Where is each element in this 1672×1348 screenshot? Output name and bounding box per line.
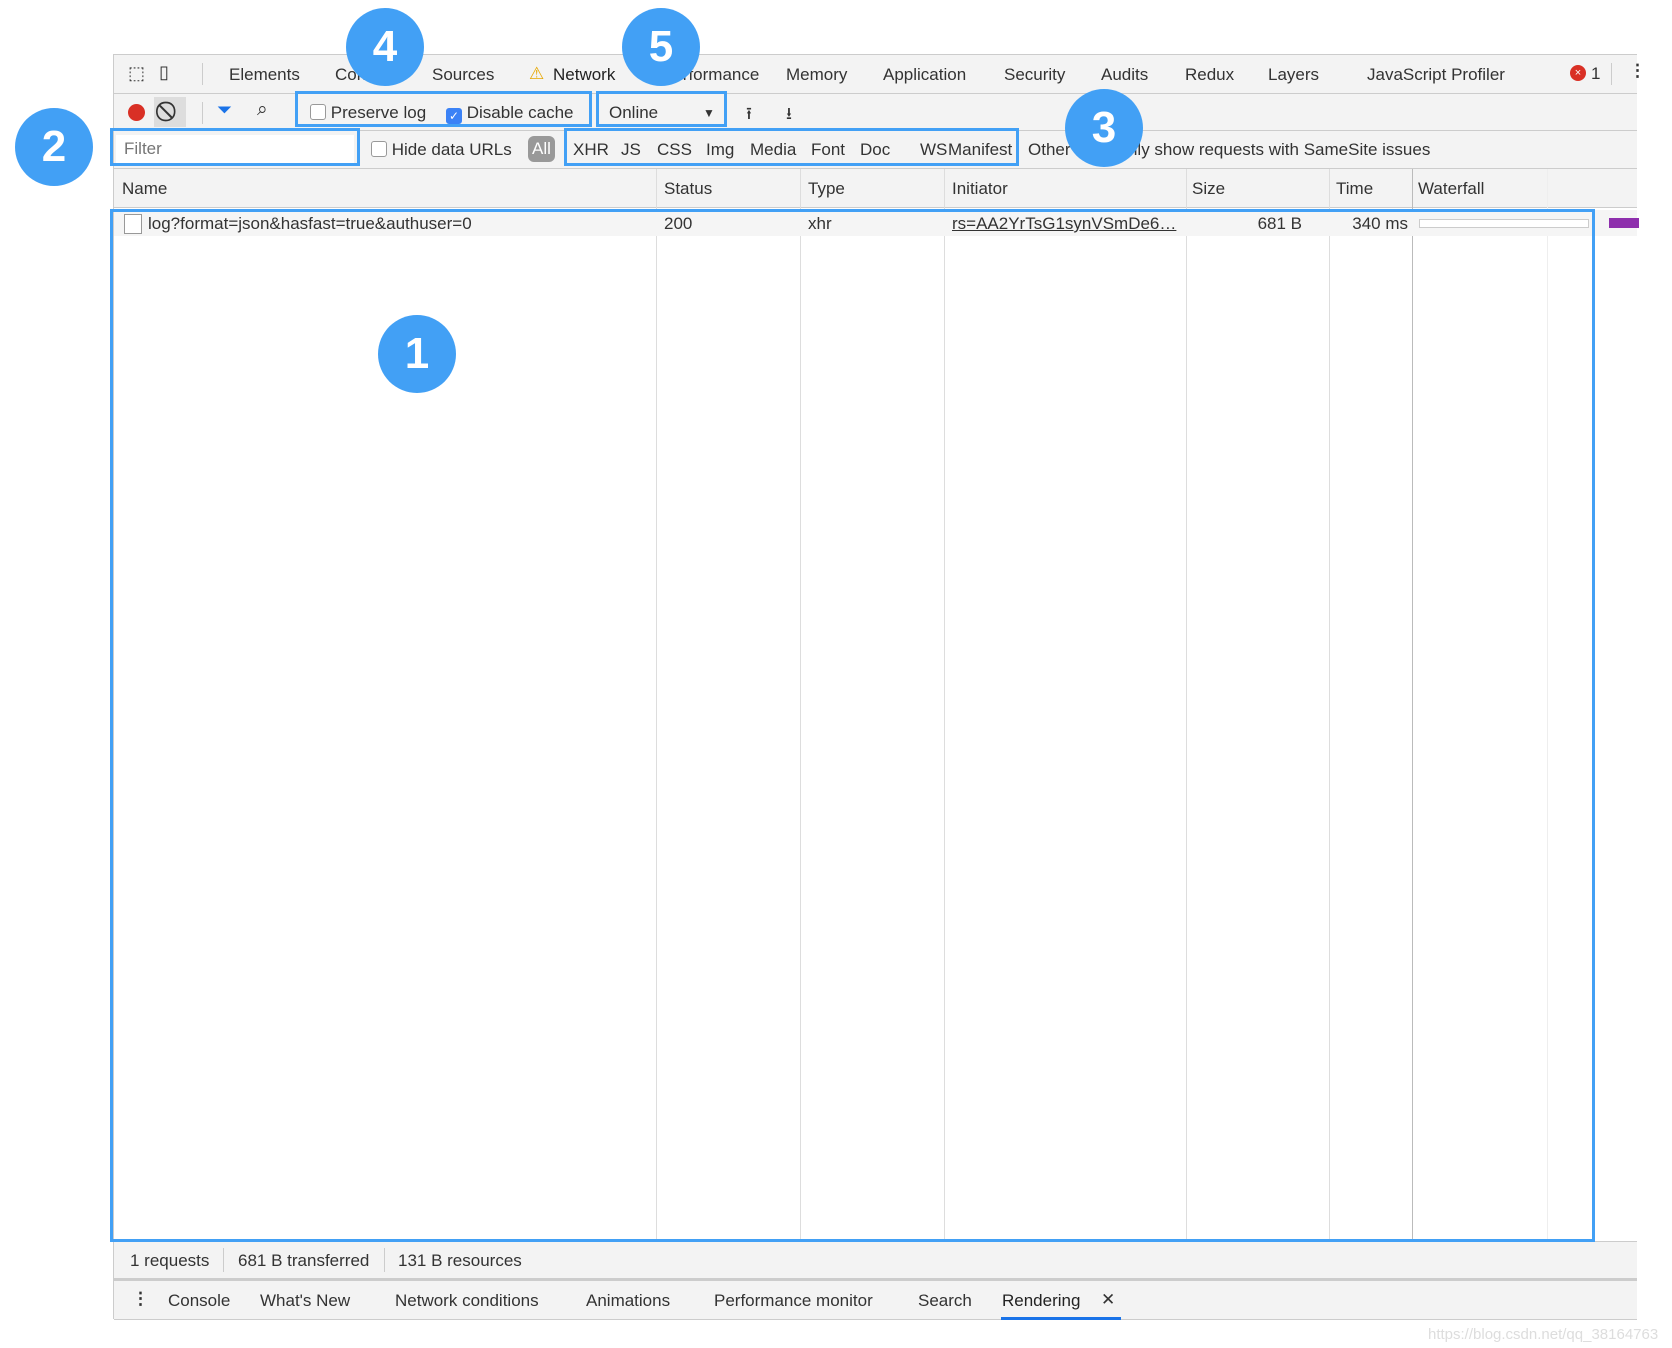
drawer-tab-performance-monitor[interactable]: Performance monitor — [714, 1291, 873, 1311]
warning-icon: ⚠ — [529, 64, 545, 83]
transferred-size: 681 B transferred — [238, 1251, 370, 1270]
type-filter-other[interactable]: Other — [1028, 140, 1071, 160]
annotation-1: 1 — [378, 315, 456, 393]
drawer-tab-rendering[interactable]: Rendering — [1002, 1291, 1080, 1311]
column-initiator[interactable]: Initiator — [952, 179, 1008, 199]
import-har-icon[interactable]: ⭱ — [746, 101, 752, 130]
main-tab-bar: ⬚ ▯ Elements Console Sources ⚠ Network P… — [114, 55, 1646, 94]
column-type[interactable]: Type — [808, 179, 845, 199]
active-tab-indicator — [1001, 1317, 1121, 1320]
column-status[interactable]: Status — [664, 179, 712, 199]
hide-data-urls-label: Hide data URLs — [391, 140, 512, 159]
tab-javascript-profiler[interactable]: JavaScript Profiler — [1367, 65, 1505, 85]
tab-layers[interactable]: Layers — [1268, 65, 1319, 85]
highlight-filter-input — [110, 128, 360, 166]
tab-application[interactable]: Application — [883, 65, 966, 85]
column-size[interactable]: Size — [1192, 179, 1225, 199]
annotation-3: 3 — [1065, 89, 1143, 167]
status-bar: 1 requests 681 B transferred 131 B resou… — [114, 1241, 1637, 1279]
clear-icon[interactable]: ⃠ — [154, 97, 186, 127]
column-name[interactable]: Name — [122, 179, 167, 199]
request-count: 1 requests — [130, 1251, 210, 1270]
resources-size: 131 B resources — [398, 1251, 522, 1270]
tab-audits[interactable]: Audits — [1101, 65, 1148, 85]
drawer-tab-whats-new[interactable]: What's New — [260, 1291, 350, 1311]
hide-data-urls-checkbox[interactable]: Hide data URLs — [371, 140, 512, 160]
highlight-throttle — [596, 91, 727, 127]
search-icon[interactable]: ⌕ — [257, 99, 268, 121]
tab-memory[interactable]: Memory — [786, 65, 847, 85]
drawer-tab-bar: ⋮ Console What's New Network conditions … — [114, 1279, 1637, 1320]
type-filter-all[interactable]: All — [528, 136, 555, 162]
error-count[interactable]: 1 — [1591, 64, 1600, 84]
tab-security[interactable]: Security — [1004, 65, 1065, 85]
samesite-label: Only show requests with SameSite issues — [1114, 140, 1431, 159]
export-har-icon[interactable]: ⭳ — [786, 101, 792, 130]
annotation-5: 5 — [622, 8, 700, 86]
annotation-4: 4 — [346, 8, 424, 86]
highlight-cache-options — [295, 91, 592, 127]
filter-icon[interactable]: ⏷ — [217, 100, 232, 122]
waterfall-bar — [1609, 218, 1639, 228]
samesite-filter-checkbox[interactable]: Only show requests with SameSite issues — [1094, 140, 1430, 160]
table-header: Name Status Type Initiator Size Time Wat… — [114, 169, 1637, 208]
highlight-requests-table — [110, 209, 1595, 1242]
annotation-2: 2 — [15, 108, 93, 186]
column-time[interactable]: Time — [1336, 179, 1373, 199]
tab-network[interactable]: Network — [553, 65, 615, 85]
more-menu-icon[interactable]: ⋮ — [1629, 61, 1646, 81]
drawer-tab-network-conditions[interactable]: Network conditions — [395, 1291, 539, 1311]
error-icon[interactable]: × — [1570, 65, 1586, 81]
close-icon[interactable]: ✕ — [1101, 1290, 1115, 1310]
drawer-tab-search[interactable]: Search — [918, 1291, 972, 1311]
drawer-menu-icon[interactable]: ⋮ — [132, 1289, 149, 1309]
column-waterfall[interactable]: Waterfall — [1418, 179, 1484, 199]
highlight-type-filters — [564, 128, 1019, 166]
drawer-tab-animations[interactable]: Animations — [586, 1291, 670, 1311]
record-icon[interactable] — [128, 104, 145, 121]
drawer-tab-console[interactable]: Console — [168, 1291, 230, 1311]
tab-elements[interactable]: Elements — [229, 65, 300, 85]
device-toolbar-icon[interactable]: ▯ — [159, 62, 169, 83]
tab-redux[interactable]: Redux — [1185, 65, 1234, 85]
tab-sources[interactable]: Sources — [432, 65, 494, 85]
watermark: https://blog.csdn.net/qq_38164763 — [1428, 1326, 1659, 1343]
inspect-element-icon[interactable]: ⬚ — [128, 63, 145, 84]
